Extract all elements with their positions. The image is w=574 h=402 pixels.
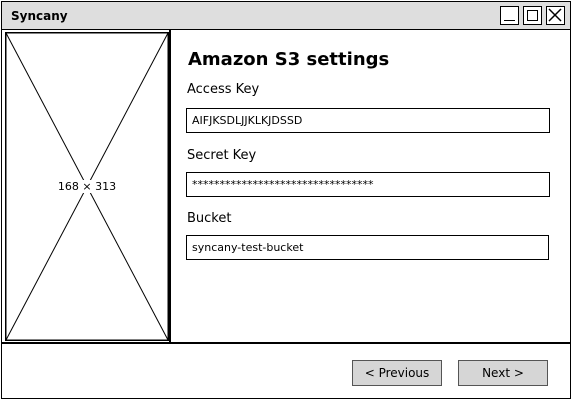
image-placeholder: 168 × 313 [5,32,169,341]
maximize-button[interactable] [523,6,542,25]
bucket-label: Bucket [187,211,232,226]
footer-divider [2,342,570,344]
image-dimensions-label: 168 × 313 [55,180,119,193]
close-icon [548,8,562,22]
bucket-field[interactable]: syncany-test-bucket [186,235,549,260]
secret-key-label: Secret Key [187,148,257,163]
panel-divider [169,29,171,342]
title-bar: Syncany [2,2,570,30]
close-button[interactable] [546,6,565,25]
next-button[interactable]: Next > [458,360,548,386]
previous-button[interactable]: < Previous [352,360,442,386]
secret-key-field[interactable]: ********************************* [186,172,550,197]
window-title: Syncany [11,9,68,23]
access-key-field[interactable]: AIFJKSDLJJKLKJDSSD [186,108,550,133]
page-title: Amazon S3 settings [188,49,390,70]
app-window: Syncany 168 × 313 Amazon S3 settings Acc… [1,1,571,399]
minimize-button[interactable] [500,6,519,25]
access-key-label: Access Key [187,82,260,97]
